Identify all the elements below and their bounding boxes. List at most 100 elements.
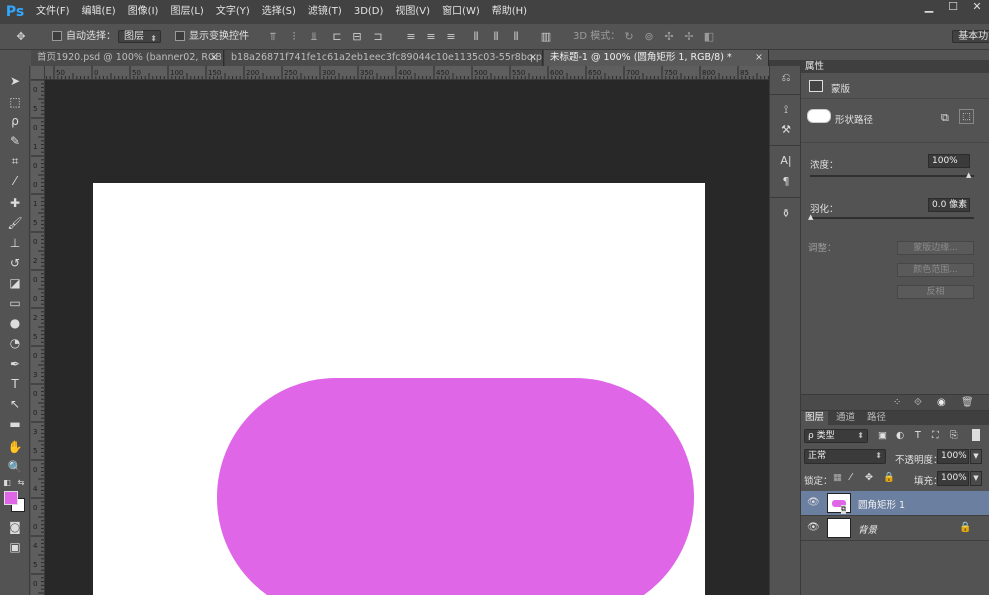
fill-input[interactable]: 100% xyxy=(937,471,969,486)
brush-preset-icon[interactable]: ⟟ xyxy=(778,102,794,118)
rotate-3d-icon[interactable]: ↻ xyxy=(622,30,636,44)
shape-tool-icon[interactable]: ▬ xyxy=(5,415,25,433)
feather-input[interactable]: 0.0 像素 xyxy=(928,198,970,212)
tab-homepage-psd[interactable]: 首页1920.psd @ 100% (banner02, RGB... × xyxy=(31,50,224,66)
eye-icon[interactable]: 👁 xyxy=(807,522,820,534)
vertical-ruler[interactable]: 0 5 0 1 0 0 1 5 0 2 0 0 2 5 0 3 0 0 3 5 0 4 0 0 4 5 0 xyxy=(31,80,45,595)
rounded-rectangle-shape[interactable] xyxy=(217,378,694,595)
menu-filter[interactable]: 滤镜(T) xyxy=(302,0,348,24)
tab-untitled-1[interactable]: 未标题-1 @ 100% (圆角矩形 1, RGB/8) * × xyxy=(544,50,769,66)
eraser-tool-icon[interactable]: ◪ xyxy=(5,274,25,292)
brush-tool-icon[interactable]: 🖌 xyxy=(5,214,25,232)
filter-smart-object-icon[interactable]: ⎘ xyxy=(950,430,958,441)
blend-mode-dropdown[interactable]: 正常 xyxy=(804,449,886,464)
lasso-tool-icon[interactable]: ρ xyxy=(5,112,25,130)
default-colors-icon[interactable]: ◧ xyxy=(2,474,12,492)
workspace-dropdown[interactable]: 基本功能 xyxy=(952,30,989,43)
lock-transparent-icon[interactable]: ▦ xyxy=(833,472,842,483)
filter-shape-icon[interactable]: ⛶ xyxy=(932,430,939,441)
document-canvas[interactable] xyxy=(93,183,705,595)
paragraph-panel-icon[interactable]: ¶ xyxy=(778,174,794,190)
density-slider[interactable] xyxy=(810,175,974,177)
menu-help[interactable]: 帮助(H) xyxy=(486,0,533,24)
layer-filter-dropdown[interactable]: ρ 类型 xyxy=(804,429,868,443)
align-right-icon[interactable]: ⊐ xyxy=(371,30,385,44)
menu-edit[interactable]: 编辑(E) xyxy=(76,0,122,24)
lock-position-icon[interactable]: ✥ xyxy=(865,472,873,483)
dodge-tool-icon[interactable]: ◔ xyxy=(5,334,25,352)
drag-3d-icon[interactable]: ✣ xyxy=(662,30,676,44)
distribute-bottom-icon[interactable]: ≡ xyxy=(444,30,458,44)
close-tab-icon[interactable]: × xyxy=(755,50,763,66)
healing-tool-icon[interactable]: ✚ xyxy=(5,194,25,212)
density-input[interactable]: 100% xyxy=(928,154,970,168)
lock-all-icon[interactable]: 🔒 xyxy=(883,472,895,483)
auto-select-checkbox[interactable]: 自动选择： xyxy=(52,29,116,45)
path-select-tool-icon[interactable]: ↖ xyxy=(5,395,25,413)
character-panel-icon[interactable]: A| xyxy=(778,153,794,169)
close-tab-icon[interactable]: × xyxy=(529,50,537,66)
tool-preset-icon[interactable]: ⚒ xyxy=(778,122,794,138)
color-range-button[interactable]: 颜色范围... xyxy=(897,263,974,277)
filter-adjustment-icon[interactable]: ◐ xyxy=(896,430,904,441)
density-slider-handle[interactable]: ▲ xyxy=(966,171,971,179)
lock-image-icon[interactable]: ⁄ xyxy=(850,472,852,483)
history-panel-icon[interactable]: ⎌ xyxy=(778,70,794,86)
close-tab-icon[interactable]: × xyxy=(210,50,218,66)
filter-pixel-icon[interactable]: ▣ xyxy=(878,430,887,441)
tab-layers[interactable]: 图层 xyxy=(801,411,829,425)
align-top-icon[interactable]: ⫪ xyxy=(266,30,280,44)
tab-png-file[interactable]: b18a26871f741fe1c61a2eb1eec3fc89044c10e1… xyxy=(225,50,543,66)
add-mask-icon[interactable]: ⧉ xyxy=(941,111,949,125)
distribute-right-icon[interactable]: ⦀ xyxy=(509,30,523,44)
blur-tool-icon[interactable]: ● xyxy=(5,314,25,332)
scale-3d-icon[interactable]: ◧ xyxy=(702,30,716,44)
layer-name[interactable]: 背景 xyxy=(858,522,877,536)
type-tool-icon[interactable]: T xyxy=(5,375,25,393)
quick-select-tool-icon[interactable]: ✎ xyxy=(5,132,25,150)
foreground-color-swatch[interactable] xyxy=(4,491,18,505)
tab-channels[interactable]: 通道 xyxy=(832,411,859,425)
layer-row-background[interactable]: 👁 背景 🔒 xyxy=(801,516,989,541)
tab-paths[interactable]: 路径 xyxy=(863,411,890,425)
distribute-vcenter-icon[interactable]: ≡ xyxy=(424,30,438,44)
align-hcenter-icon[interactable]: ⊟ xyxy=(350,30,364,44)
menu-layer[interactable]: 图层(L) xyxy=(164,0,209,24)
auto-align-icon[interactable]: ▥ xyxy=(539,30,553,44)
history-brush-tool-icon[interactable]: ↺ xyxy=(5,254,25,272)
menu-view[interactable]: 视图(V) xyxy=(389,0,436,24)
delete-mask-icon[interactable]: 🗑 xyxy=(961,397,974,408)
eye-icon[interactable]: 👁 xyxy=(807,497,820,509)
apply-mask-icon[interactable]: ⟐ xyxy=(914,397,922,408)
marquee-tool-icon[interactable]: ⬚ xyxy=(5,93,25,111)
fill-dropdown-icon[interactable]: ▼ xyxy=(970,471,982,486)
ruler-origin[interactable] xyxy=(31,66,45,80)
filter-toggle-icon[interactable] xyxy=(972,429,980,441)
stamp-tool-icon[interactable]: ⊥ xyxy=(5,234,25,252)
opacity-dropdown-icon[interactable]: ▼ xyxy=(970,449,982,464)
properties-title[interactable]: 属性 xyxy=(801,60,989,73)
canvas-workspace[interactable] xyxy=(45,80,769,595)
filter-type-icon[interactable]: T xyxy=(915,430,921,441)
crop-tool-icon[interactable]: ⌗ xyxy=(5,152,25,170)
menu-image[interactable]: 图像(I) xyxy=(122,0,165,24)
hand-tool-icon[interactable]: ✋ xyxy=(5,438,25,456)
align-vcenter-icon[interactable]: ⫶ xyxy=(287,30,301,44)
horizontal-ruler[interactable]: 50 0 50 100 150 200 250 300 350 400 450 500 550 600 65… xyxy=(45,66,769,80)
mask-edge-button[interactable]: 蒙版边缘... xyxy=(897,241,974,255)
feather-slider-handle[interactable]: ▲ xyxy=(808,213,813,221)
align-bottom-icon[interactable]: ⫫ xyxy=(307,30,321,44)
swap-colors-icon[interactable]: ⇆ xyxy=(16,474,26,492)
menu-select[interactable]: 选择(S) xyxy=(256,0,302,24)
screen-mode-icon[interactable]: ▣ xyxy=(5,538,25,556)
show-transform-checkbox[interactable]: 显示变换控件 xyxy=(175,29,249,45)
distribute-top-icon[interactable]: ≡ xyxy=(404,30,418,44)
slide-3d-icon[interactable]: ✢ xyxy=(682,30,696,44)
roll-3d-icon[interactable]: ⊚ xyxy=(642,30,656,44)
vector-mask-icon[interactable]: ⬚ xyxy=(959,109,974,124)
menu-type[interactable]: 文字(Y) xyxy=(210,0,256,24)
align-left-icon[interactable]: ⊏ xyxy=(330,30,344,44)
opacity-input[interactable]: 100% xyxy=(937,449,969,464)
layer-name[interactable]: 圆角矩形 1 xyxy=(858,497,905,511)
pen-tool-icon[interactable]: ✒ xyxy=(5,355,25,373)
